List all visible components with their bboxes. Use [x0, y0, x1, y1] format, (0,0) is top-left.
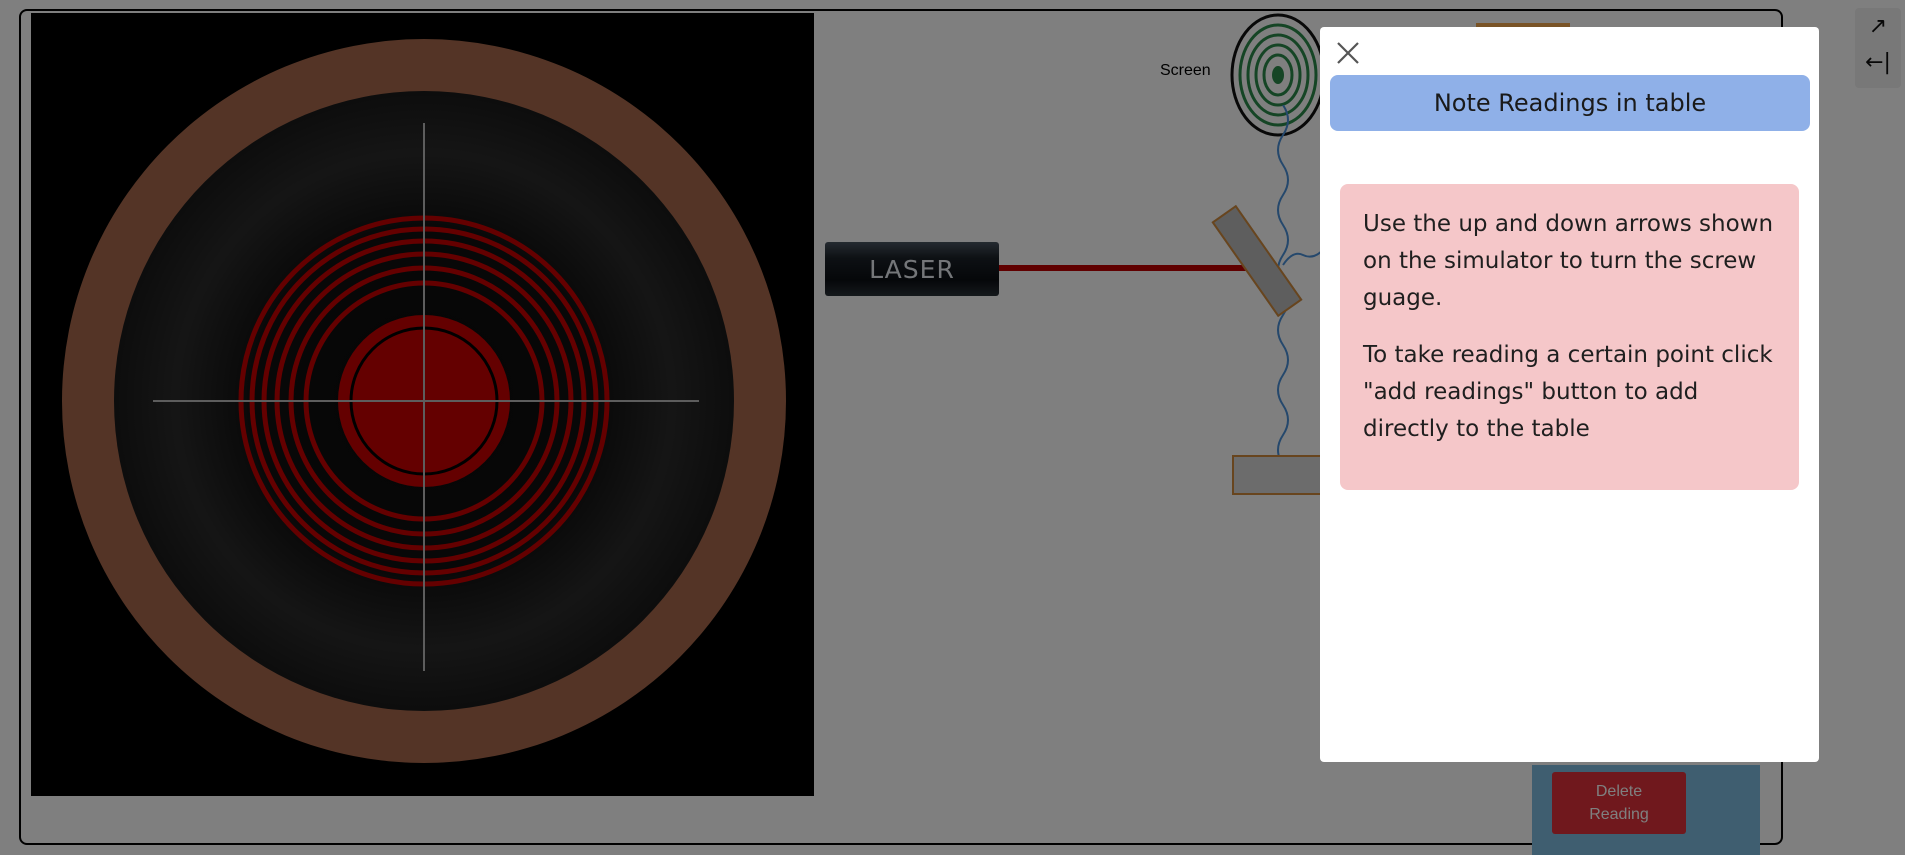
- modal-title: Note Readings in table: [1330, 75, 1810, 131]
- instruction-paragraph-1: Use the up and down arrows shown on the …: [1363, 211, 1774, 311]
- instruction-paragraph-2: To take reading a certain point click "a…: [1363, 342, 1773, 442]
- instruction-modal: Note Readings in table Use the up and do…: [1320, 27, 1819, 762]
- instruction-note: Use the up and down arrows shown on the …: [1340, 184, 1799, 490]
- close-button[interactable]: [1332, 37, 1364, 69]
- close-icon: [1337, 42, 1359, 64]
